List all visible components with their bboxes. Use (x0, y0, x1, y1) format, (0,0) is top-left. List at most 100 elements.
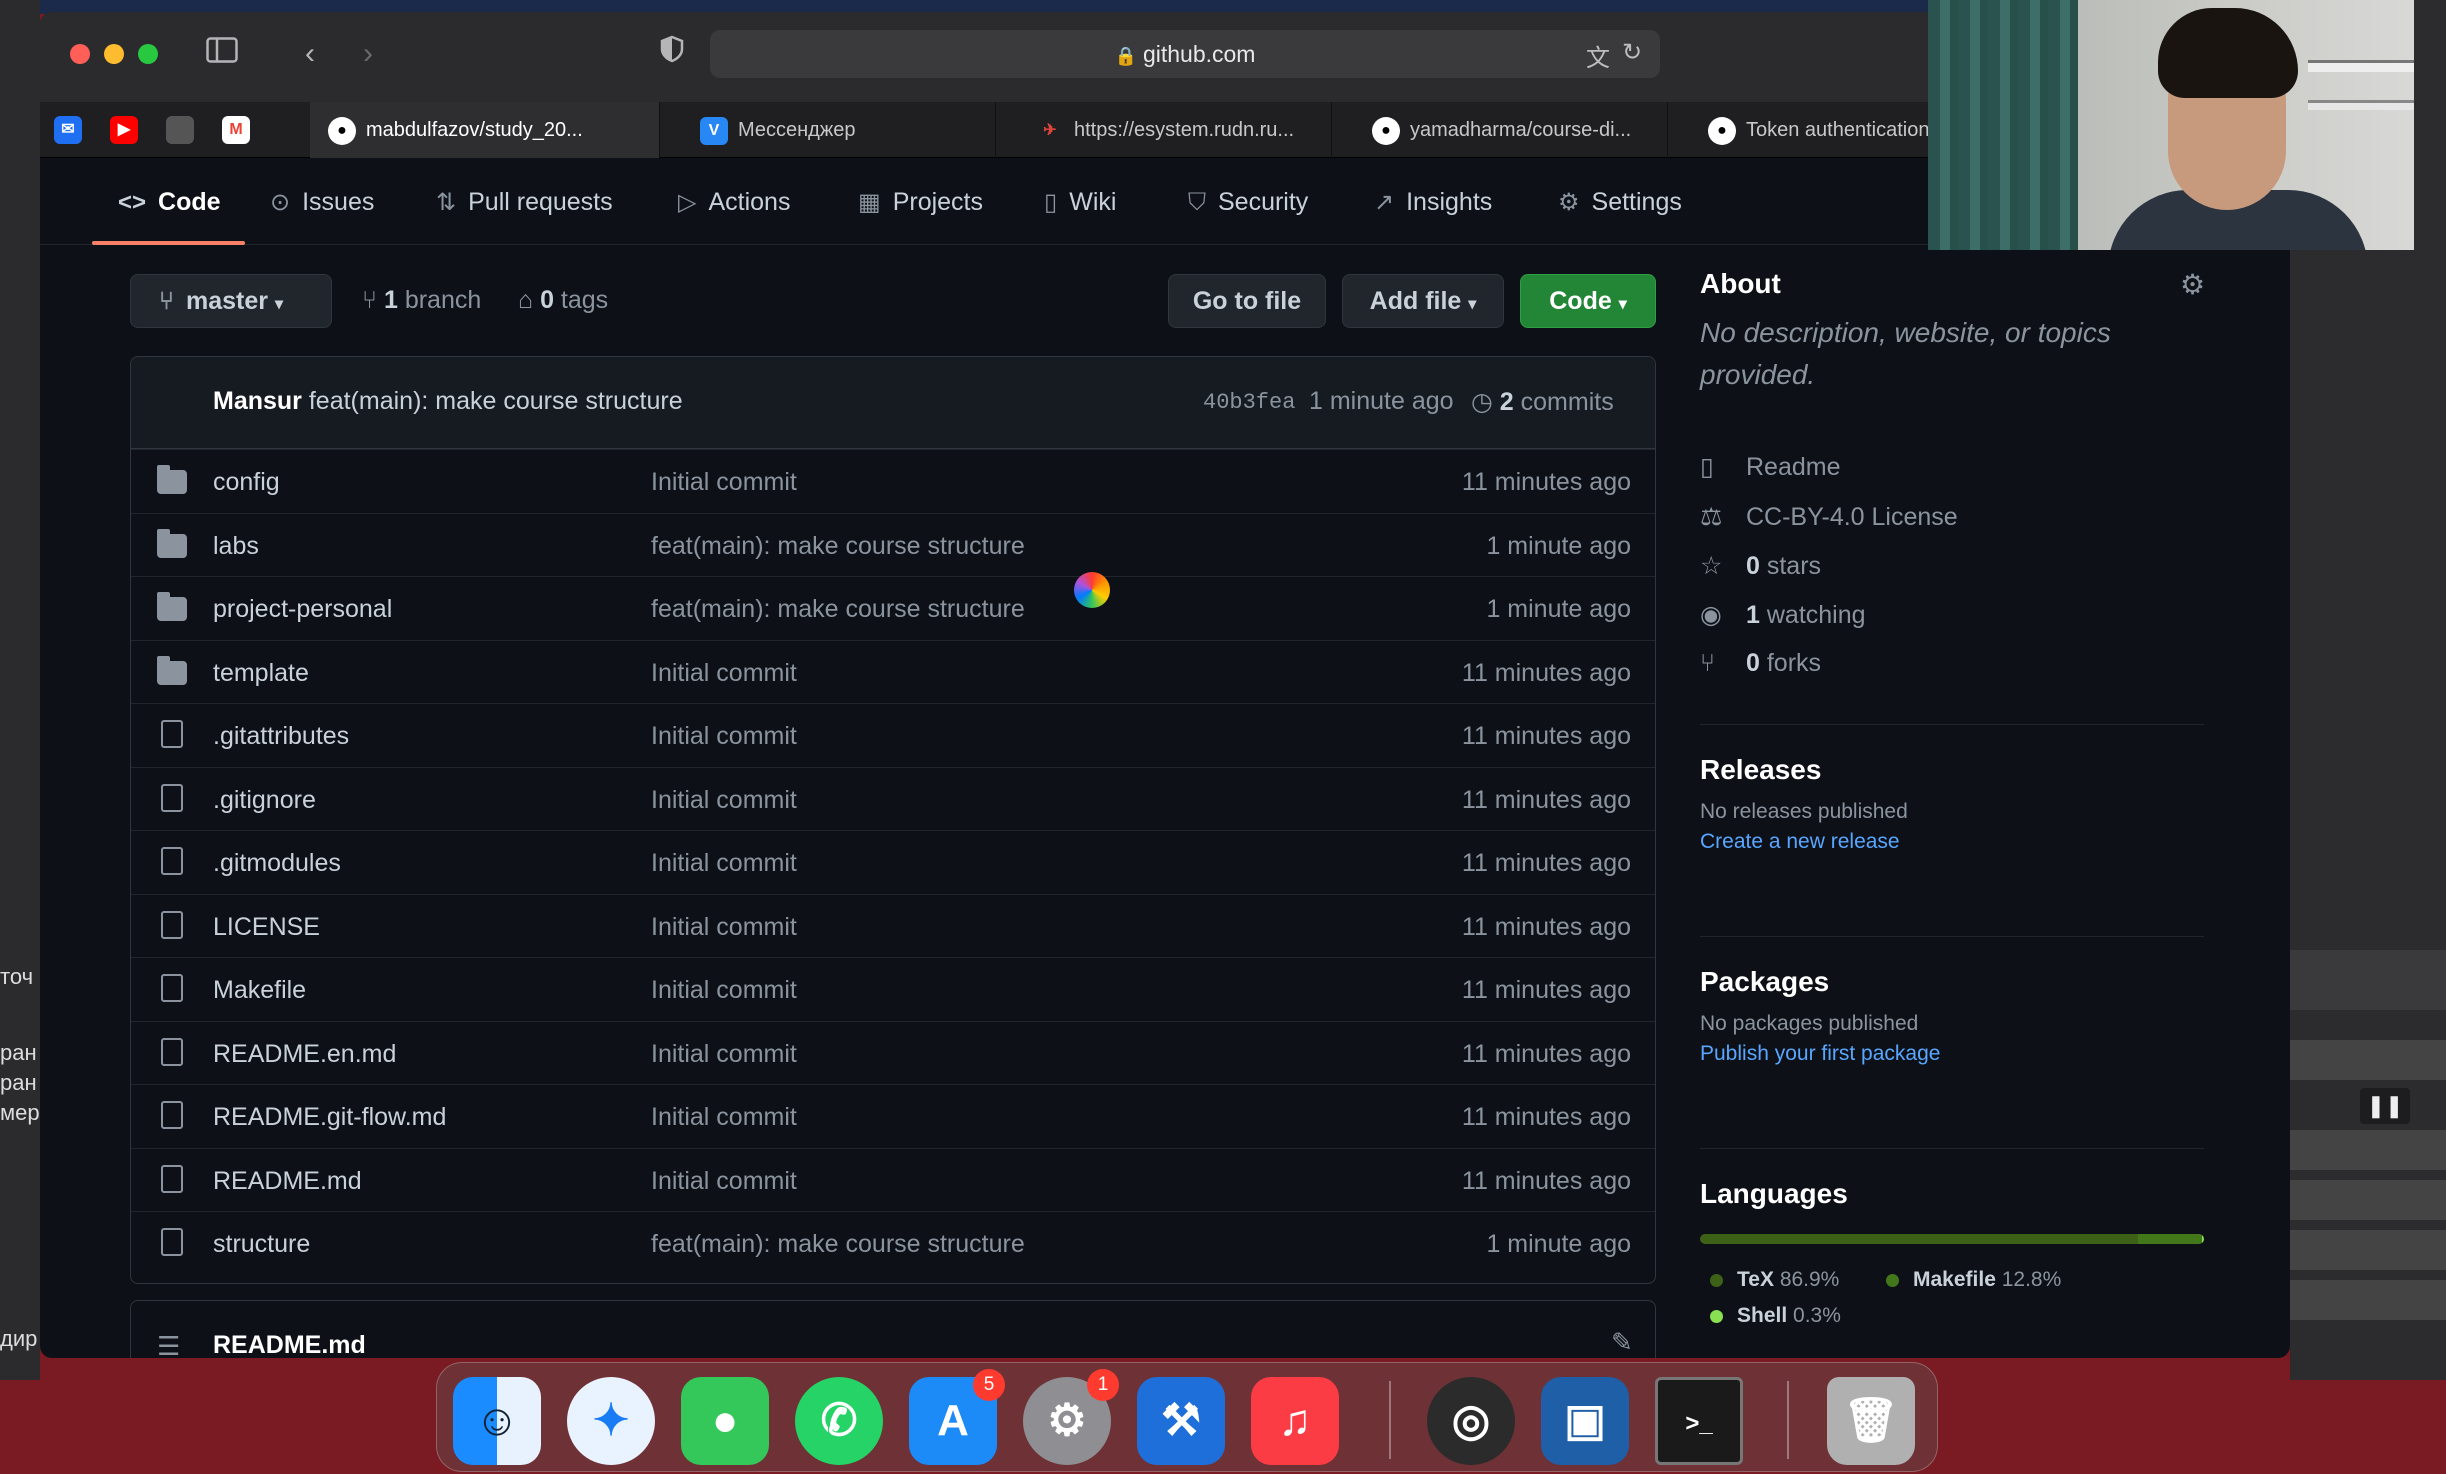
finder-icon[interactable]: ☺ (453, 1377, 541, 1465)
commits-link[interactable]: ◷ 2 commits (1471, 387, 1614, 417)
file-row[interactable]: LICENSE Initial commit 11 minutes ago (131, 893, 1655, 957)
tab-code[interactable]: <> Code (118, 159, 221, 245)
browser-tab[interactable]: ● yamadharma/course-di... (1332, 102, 1668, 158)
file-name[interactable]: project-personal (213, 595, 392, 624)
file-row[interactable]: .gitignore Initial commit 11 minutes ago (131, 766, 1655, 830)
tab-actions[interactable]: ▷ Actions (678, 159, 790, 245)
close-window-button[interactable] (70, 44, 90, 64)
back-icon[interactable]: ‹ (288, 32, 332, 76)
tab-projects[interactable]: ▦ Projects (858, 159, 983, 245)
privacy-shield-icon[interactable] (650, 32, 694, 76)
pinned-tab-mail[interactable]: ✉ (40, 102, 96, 158)
system-preferences-icon[interactable]: ⚙ 1 (1023, 1369, 1119, 1465)
file-commit-message[interactable]: Initial commit (651, 849, 797, 878)
file-row[interactable]: .gitattributes Initial commit 11 minutes a… (131, 703, 1655, 766)
tags-link[interactable]: ⌂ 0 tags (518, 286, 608, 315)
whatsapp-icon[interactable]: ✆ (795, 1377, 883, 1465)
pinned-tab-youtube[interactable]: ▶ (96, 102, 152, 158)
language-shell[interactable]: Shell 0.3% (1710, 1304, 1841, 1328)
language-makefile[interactable]: Makefile 12.8% (1886, 1268, 2061, 1292)
tab-issues[interactable]: ⊙ Issues (270, 159, 374, 245)
file-commit-message[interactable]: Initial commit (651, 976, 797, 1005)
file-row[interactable]: structure feat(main): make course structu… (131, 1211, 1655, 1274)
file-name[interactable]: README.git-flow.md (213, 1103, 446, 1132)
code-button[interactable]: Code ▾ (1520, 274, 1656, 328)
file-commit-message[interactable]: Initial commit (651, 1167, 797, 1196)
file-name[interactable]: template (213, 659, 309, 688)
language-tex[interactable]: TeX 86.9% (1710, 1268, 1839, 1292)
commit-author[interactable]: Mansur (213, 387, 302, 415)
xcode-icon[interactable]: ⚒ (1137, 1377, 1225, 1465)
file-commit-message[interactable]: feat(main): make course structure (651, 1230, 1025, 1259)
obs-icon[interactable]: ◎ (1427, 1377, 1515, 1465)
sidebar-toggle-icon[interactable] (200, 32, 244, 76)
file-commit-message[interactable]: feat(main): make course structure (651, 532, 1025, 561)
messages-icon[interactable]: ● (681, 1377, 769, 1465)
file-name[interactable]: .gitignore (213, 786, 316, 815)
tab-wiki[interactable]: ▯ Wiki (1044, 159, 1116, 245)
tab-pull-requests[interactable]: ⇅ Pull requests (436, 159, 613, 245)
tab-insights[interactable]: ↗ Insights (1374, 159, 1492, 245)
license-link[interactable]: ⚖ CC-BY-4.0 License (1700, 502, 1958, 532)
publish-package-link[interactable]: Publish your first package (1700, 1042, 1940, 1066)
packages-title[interactable]: Packages (1700, 966, 1829, 998)
file-commit-message[interactable]: Initial commit (651, 786, 797, 815)
virtualbox-icon[interactable]: ▣ (1541, 1377, 1629, 1465)
add-file-button[interactable]: Add file ▾ (1342, 274, 1504, 328)
commit-sha[interactable]: 40b3fea (1203, 390, 1295, 415)
list-icon[interactable]: ☰ (157, 1331, 180, 1358)
forward-icon[interactable]: › (346, 32, 390, 76)
address-bar[interactable]: 🔒 github.com 文 ↻ (710, 30, 1660, 78)
file-row[interactable]: .gitmodules Initial commit 11 minutes ago (131, 830, 1655, 893)
pencil-icon[interactable]: ✎ (1611, 1327, 1633, 1358)
releases-title[interactable]: Releases (1700, 754, 1821, 786)
watching-link[interactable]: ◉ 1 watching (1700, 600, 1866, 630)
pause-icon[interactable]: ❚❚ (2360, 1088, 2410, 1124)
file-row[interactable]: labs feat(main): make course structure 1 m… (131, 512, 1655, 576)
app-store-icon[interactable]: A5 (909, 1369, 1005, 1465)
forks-link[interactable]: ⑂ 0 forks (1700, 649, 1821, 678)
file-name[interactable]: Makefile (213, 976, 306, 1005)
file-name[interactable]: labs (213, 532, 259, 561)
zoom-window-button[interactable] (138, 44, 158, 64)
tab-security[interactable]: ⛉ Security (1188, 159, 1308, 245)
file-commit-message[interactable]: Initial commit (651, 1040, 797, 1069)
file-row[interactable]: README.en.md Initial commit 11 minutes ago (131, 1020, 1655, 1084)
pinned-tab-gmail[interactable]: M (208, 102, 264, 158)
branches-link[interactable]: ⑂ 1 branch (362, 286, 481, 315)
music-icon[interactable]: ♫ (1251, 1377, 1339, 1465)
browser-tab[interactable]: ✈ https://esystem.rudn.ru... (996, 102, 1332, 158)
browser-tab[interactable]: V Мессенджер (660, 102, 996, 158)
tab-settings[interactable]: ⚙ Settings (1558, 159, 1682, 245)
minimize-window-button[interactable] (104, 44, 124, 64)
file-commit-message[interactable]: Initial commit (651, 722, 797, 751)
file-row[interactable]: config Initial commit 11 minutes ago (131, 449, 1655, 512)
go-to-file-button[interactable]: Go to file (1168, 274, 1326, 328)
translate-icon[interactable]: 文 (1586, 38, 1610, 73)
file-row[interactable]: README.git-flow.md Initial commit 11 minut… (131, 1084, 1655, 1147)
stars-link[interactable]: ☆ 0 stars (1700, 551, 1821, 581)
file-commit-message[interactable]: Initial commit (651, 659, 797, 688)
file-name[interactable]: README.md (213, 1167, 362, 1196)
commit-title[interactable]: feat(main): make course structure (309, 387, 683, 415)
terminal-icon[interactable]: >_ (1655, 1377, 1743, 1465)
file-name[interactable]: .gitmodules (213, 849, 341, 878)
create-release-link[interactable]: Create a new release (1700, 830, 1900, 854)
file-commit-message[interactable]: Initial commit (651, 1103, 797, 1132)
file-row[interactable]: project-personal feat(main): make course … (131, 576, 1655, 639)
file-row[interactable]: Makefile Initial commit 11 minutes ago (131, 957, 1655, 1020)
gear-icon[interactable]: ⚙ (2180, 268, 2205, 301)
file-name[interactable]: README.en.md (213, 1040, 396, 1069)
pinned-tab-apple[interactable] (152, 102, 208, 158)
file-commit-message[interactable]: Initial commit (651, 913, 797, 942)
reload-icon[interactable]: ↻ (1622, 38, 1642, 67)
trash-icon[interactable]: 🗑 (1827, 1377, 1915, 1465)
file-row[interactable]: README.md Initial commit 11 minutes ago (131, 1147, 1655, 1211)
file-name[interactable]: config (213, 468, 280, 497)
file-commit-message[interactable]: Initial commit (651, 468, 797, 497)
browser-tab[interactable]: ● mabdulfazov/study_20... (310, 102, 660, 158)
readme-link[interactable]: ▯ Readme (1700, 452, 1841, 482)
file-name[interactable]: LICENSE (213, 913, 320, 942)
file-name[interactable]: .gitattributes (213, 722, 349, 751)
commit-message[interactable]: Mansur feat(main): make course structure (213, 387, 683, 416)
